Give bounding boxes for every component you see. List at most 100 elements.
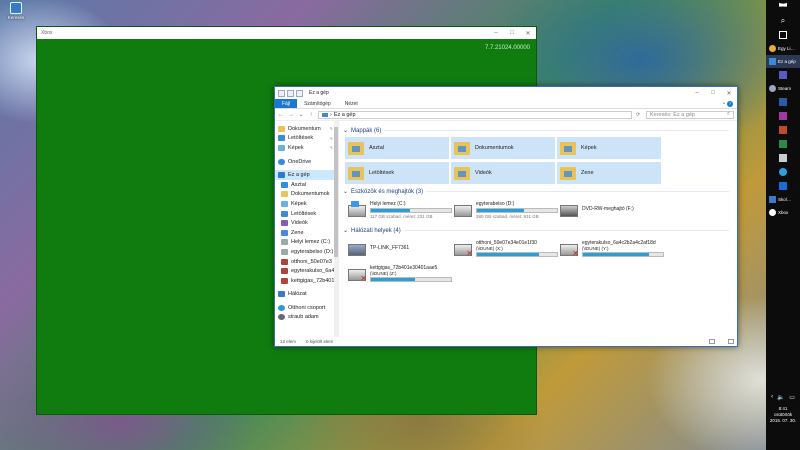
show-hidden-icons-icon[interactable]: ‹ — [771, 394, 773, 400]
drive-item-dvd[interactable]: DVD-RW-meghajtó (F:) — [557, 198, 661, 223]
clock[interactable]: 8:41 csütörtök 2015. 07. 30. — [766, 406, 800, 424]
pin-icon[interactable]: ✎ — [330, 126, 333, 131]
nav-item[interactable]: Dokumentumok — [275, 190, 338, 200]
navigation-pane[interactable]: Dokumentum ✎ Letöltések ✎ Képek ✎ OneDrive Ez a… — [275, 121, 339, 337]
search-input[interactable]: Keresés: Ez a gép ⌕ — [646, 110, 734, 119]
up-arrow-icon[interactable]: ↑ — [308, 112, 314, 118]
address-breadcrumb[interactable]: Ez a gép — [334, 112, 356, 118]
taskbar-app-explorer[interactable]: Ez a gép — [766, 55, 800, 68]
video-icon — [281, 220, 288, 227]
refresh-icon[interactable]: ⟳ — [636, 112, 642, 118]
nav-item[interactable]: egyterakulso_6a4 — [275, 266, 338, 276]
taskbar-pinned-app[interactable] — [766, 68, 800, 82]
nav-item[interactable]: Képek — [275, 199, 338, 209]
desktop-search-shortcut[interactable]: Keresés — [2, 2, 30, 20]
nav-item[interactable]: Helyi lemez (C:) — [275, 238, 338, 248]
explorer-titlebar[interactable]: Ez a gép – □ ✕ — [275, 87, 737, 99]
nav-item-label: Otthoni csoport — [288, 304, 326, 311]
taskbar-app-chrome[interactable]: Egy Li… — [766, 42, 800, 55]
recent-locations-icon[interactable]: ⌄ — [298, 111, 304, 118]
nav-item[interactable]: egyterabelso (D:) — [275, 247, 338, 257]
nav-item[interactable]: OneDrive — [275, 157, 338, 167]
nav-item[interactable]: kettgigas_72b401 — [275, 276, 338, 286]
network-group-header[interactable]: ⌄ Hálózati helyek (4) — [343, 226, 737, 235]
nav-item[interactable]: Dokumentum ✎ — [275, 124, 338, 134]
start-button[interactable] — [766, 0, 800, 14]
folder-tile[interactable]: Videók — [451, 162, 555, 184]
navigation-scroll-thumb[interactable] — [334, 127, 338, 257]
taskbar-pinned-app[interactable] — [766, 109, 800, 123]
network-drive-y[interactable]: ✕ egyterakulso_6a4c2b2a4c2af18d (\\DUNE)… — [557, 237, 664, 262]
explorer-close-button[interactable]: ✕ — [721, 90, 737, 97]
nav-item[interactable]: Képek ✎ — [275, 143, 338, 153]
nav-item-label: Képek — [291, 200, 307, 207]
nav-item[interactable]: Letöltések — [275, 209, 338, 219]
xbox-minimize-button[interactable]: – — [488, 30, 504, 36]
nav-item[interactable]: Otthoni csoport — [275, 303, 338, 313]
nav-item[interactable]: otthoni_50e07e3 — [275, 257, 338, 267]
taskbar-pinned-app[interactable] — [766, 179, 800, 193]
details-view-icon[interactable] — [709, 339, 715, 344]
nav-item[interactable]: Hálózat — [275, 290, 338, 300]
pin-icon[interactable]: ✎ — [330, 136, 333, 141]
nav-item[interactable]: Zene — [275, 228, 338, 238]
ribbon-tabs: Fájl Számítógép Nézet ⌄ ? — [275, 99, 737, 109]
task-view-button[interactable] — [766, 28, 800, 42]
properties-icon[interactable] — [287, 89, 294, 97]
network-drive-z[interactable]: ✕ kettgigas_72b401e30401aae5 (\\DUNE) (Z… — [345, 262, 452, 287]
help-icon[interactable]: ? — [727, 101, 733, 107]
steam-icon — [769, 85, 776, 92]
drive-item-d[interactable]: egyterabelso (D:) 380 GB szabad, méret: … — [451, 198, 558, 223]
nav-item[interactable]: Videók — [275, 218, 338, 228]
pin-icon[interactable]: ✎ — [330, 145, 333, 150]
address-bar[interactable]: › Ez a gép — [318, 110, 632, 119]
network-item-router[interactable]: TP-LINK_FF7361 — [345, 237, 449, 262]
xbox-maximize-button[interactable]: □ — [504, 30, 520, 36]
taskbar-pinned-app[interactable] — [766, 137, 800, 151]
tab-view[interactable]: Nézet — [338, 99, 365, 108]
navigation-scrollbar[interactable] — [334, 121, 338, 337]
explorer-maximize-button[interactable]: □ — [705, 90, 721, 96]
folder-tile[interactable]: Letöltések — [345, 162, 449, 184]
back-arrow-icon[interactable]: ← — [278, 112, 284, 118]
nav-item[interactable]: Ez a gép — [275, 170, 338, 180]
documents-folder-icon — [454, 141, 470, 155]
folder-tile[interactable]: Asztal — [345, 137, 449, 159]
devices-group-header[interactable]: ⌄ Eszközök és meghajtók (3) — [343, 187, 737, 196]
taskbar-pinned-app[interactable] — [766, 95, 800, 109]
app-icon — [769, 196, 776, 203]
nav-item[interactable]: straub adam — [275, 313, 338, 323]
forward-arrow-icon[interactable]: → — [288, 112, 294, 118]
explorer-app-icon[interactable] — [278, 89, 285, 97]
notifications-icon[interactable]: ▭ — [789, 394, 795, 401]
drive-item-c[interactable]: Helyi lemez (C:) 117 GB szabad, méret: 2… — [345, 198, 452, 223]
search-button[interactable]: ⌕ — [766, 14, 800, 28]
folders-group-header[interactable]: ⌄ Mappák (6) — [343, 126, 737, 135]
new-folder-icon[interactable] — [296, 89, 303, 97]
taskbar-pinned-app[interactable] — [766, 151, 800, 165]
taskbar-pinned-app[interactable] — [766, 165, 800, 179]
taskbar-app-steam[interactable]: Steam — [766, 82, 800, 95]
network-drive-x[interactable]: ✕ otthoni_50e07e34e01e1f30 (\\DUNE) (X:) — [451, 237, 558, 262]
taskbar-app-xbox[interactable]: Xbox — [766, 206, 800, 219]
large-icons-view-icon[interactable] — [728, 339, 734, 344]
volume-icon[interactable]: 🔈 — [777, 394, 784, 401]
drive-name: DVD-RW-meghajtó (F:) — [582, 206, 634, 212]
explorer-minimize-button[interactable]: – — [689, 90, 705, 96]
network-device-icon — [348, 244, 366, 256]
content-pane[interactable]: ⌄ Mappák (6) Asztal Dokumentumok Képek L… — [339, 121, 737, 337]
folder-tile[interactable]: Képek — [557, 137, 661, 159]
xbox-close-button[interactable]: ✕ — [520, 30, 536, 37]
tab-computer[interactable]: Számítógép — [297, 99, 338, 108]
folder-tile[interactable]: Dokumentumok — [451, 137, 555, 159]
file-explorer-window[interactable]: Ez a gép – □ ✕ Fájl Számítógép Nézet ⌄ ?… — [274, 86, 738, 347]
network-group-title: Hálózati helyek (4) — [351, 227, 401, 234]
tab-file[interactable]: Fájl — [275, 99, 298, 108]
nav-item[interactable]: Letöltések ✎ — [275, 134, 338, 144]
taskbar-pinned-app[interactable] — [766, 123, 800, 137]
xbox-titlebar[interactable]: Xbox – □ ✕ — [37, 27, 536, 39]
nav-item[interactable]: Asztal — [275, 180, 338, 190]
folder-tile[interactable]: Zene — [557, 162, 661, 184]
search-icon[interactable]: ⌕ — [727, 111, 730, 118]
taskbar-app-skol[interactable]: Skol… — [766, 193, 800, 206]
